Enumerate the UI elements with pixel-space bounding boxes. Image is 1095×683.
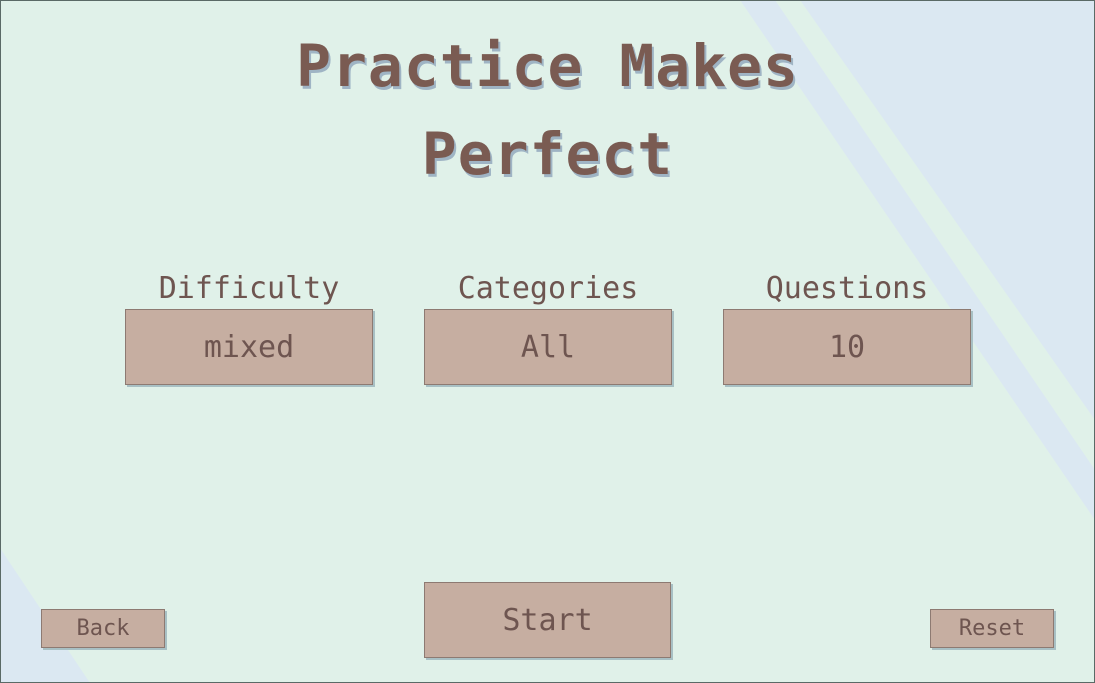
categories-field: Categories All xyxy=(424,271,672,385)
page-title-line-1: Practice Makes xyxy=(296,32,799,100)
questions-label: Questions xyxy=(765,271,929,306)
questions-selector[interactable]: 10 xyxy=(723,309,971,385)
start-button[interactable]: Start xyxy=(424,582,671,658)
questions-field: Questions 10 xyxy=(723,271,971,385)
reset-button[interactable]: Reset xyxy=(930,609,1054,648)
categories-selector[interactable]: All xyxy=(424,309,672,385)
difficulty-label: Difficulty xyxy=(158,271,340,306)
page-title-line-2: Perfect xyxy=(421,120,674,188)
back-button[interactable]: Back xyxy=(41,609,165,648)
difficulty-field: Difficulty mixed xyxy=(125,271,373,385)
categories-label: Categories xyxy=(457,271,639,306)
difficulty-selector[interactable]: mixed xyxy=(125,309,373,385)
